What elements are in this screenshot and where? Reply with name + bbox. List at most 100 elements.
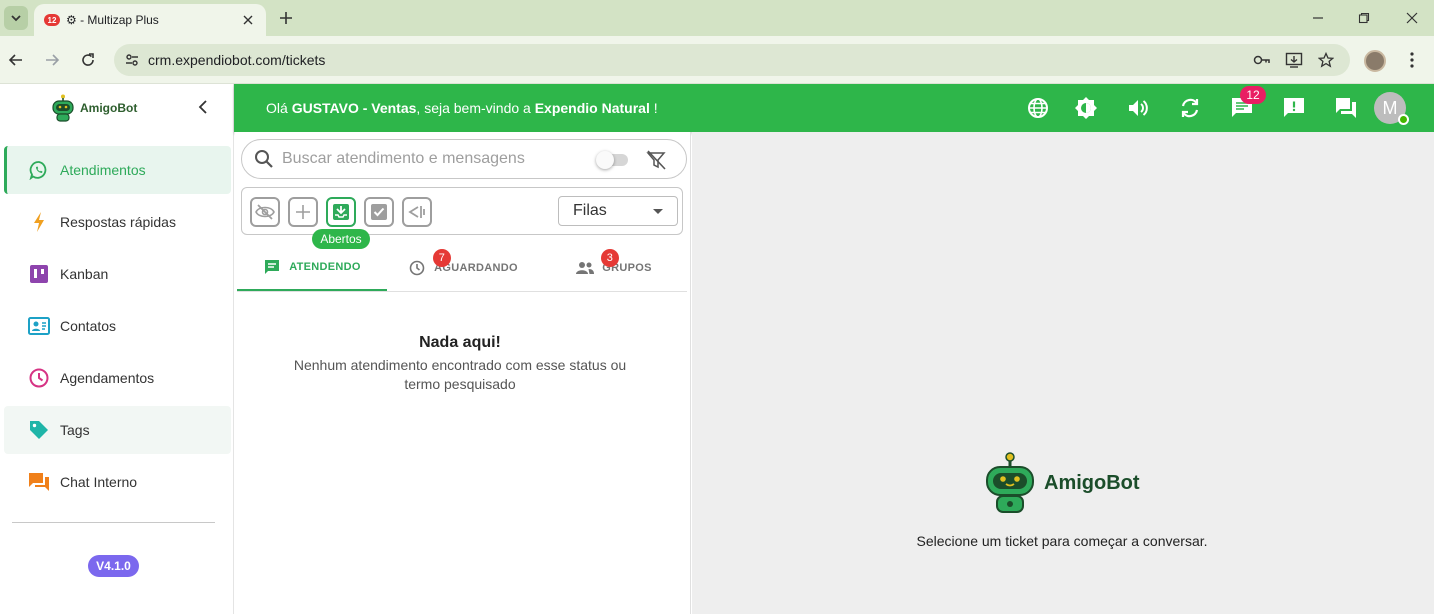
minimize-icon — [1313, 17, 1323, 19]
clock-icon — [28, 367, 50, 389]
greeting-mid: , seja bem-vindo a — [416, 100, 535, 116]
sidebar-item-label: Atendimentos — [60, 162, 146, 178]
tab-aguardando[interactable]: AGUARDANDO 7 — [388, 244, 538, 291]
internal-chat-button[interactable] — [1334, 96, 1358, 120]
browser-tabstrip: 12 ⚙ - Multizap Plus — [0, 0, 1434, 36]
chat-logo: AmigoBot — [984, 452, 1140, 514]
checkbox-icon — [371, 204, 387, 220]
select-ticket-message: Selecione um ticket para começar a conve… — [916, 533, 1208, 549]
empty-state-subtitle: Nenhum atendimento encontrado com esse s… — [293, 357, 627, 392]
arrow-right-icon — [46, 54, 60, 66]
collapse-sidebar-button[interactable] — [194, 98, 212, 116]
sidebar-item-label: Kanban — [60, 266, 109, 282]
ticket-status-tabs: ATENDENDO AGUARDANDO 7 GRUPOS 3 — [237, 244, 687, 292]
clear-filter-button[interactable] — [646, 150, 666, 170]
address-bar[interactable]: crm.expendiobot.com/tickets — [114, 44, 1350, 76]
profile-avatar[interactable] — [1364, 50, 1386, 72]
message-icon — [263, 258, 281, 276]
restore-button[interactable] — [1352, 6, 1376, 30]
new-tab-button[interactable] — [276, 8, 296, 28]
greeting-prefix: Olá — [266, 100, 292, 116]
search-icon — [255, 150, 273, 168]
search-messages-toggle[interactable] — [596, 151, 628, 169]
tag-icon — [28, 419, 50, 441]
greeting-suffix: ! — [649, 100, 658, 116]
caret-down-icon — [653, 208, 663, 214]
sidebar-item-tags[interactable]: Tags — [4, 406, 231, 454]
browser-toolbar: crm.expendiobot.com/tickets — [0, 36, 1434, 84]
tab-favicon: 12 — [44, 14, 60, 26]
sidebar-item-label: Contatos — [60, 318, 117, 334]
group-icon — [576, 259, 595, 277]
sidebar-item-chat-interno[interactable]: Chat Interno — [4, 458, 231, 506]
open-tickets-tooltip: Abertos — [312, 229, 370, 249]
queue-select[interactable]: Filas — [558, 196, 678, 226]
sound-button[interactable] — [1126, 96, 1150, 120]
chevron-down-icon — [11, 15, 21, 22]
tab-label: ATENDENDO — [289, 260, 361, 273]
site-settings-icon[interactable] — [124, 52, 140, 68]
tab-close-icon[interactable] — [240, 12, 256, 28]
brightness-icon — [1075, 97, 1097, 119]
sidebar-item-agendamentos[interactable]: Agendamentos — [4, 354, 231, 402]
eye-off-icon — [255, 204, 275, 220]
tab-search-button[interactable] — [4, 6, 28, 30]
key-icon[interactable] — [1252, 50, 1272, 70]
empty-state-title: Nada aqui! — [419, 334, 501, 351]
language-button[interactable] — [1026, 96, 1050, 120]
arrow-left-icon — [8, 54, 22, 66]
reload-icon — [82, 53, 94, 66]
browser-tab[interactable]: 12 ⚙ - Multizap Plus — [34, 4, 266, 36]
ticket-list-panel: Abertos Filas ATENDENDO AGUARDANDO 7 — [235, 132, 691, 614]
chat-logo-text: AmigoBot — [1044, 471, 1140, 494]
forum-icon — [28, 471, 50, 493]
open-tickets-button[interactable] — [326, 197, 356, 227]
tab-grupos[interactable]: GRUPOS 3 — [539, 244, 689, 291]
back-button[interactable] — [4, 48, 28, 72]
chat-placeholder-area: AmigoBot Selecione um ticket para começa… — [692, 132, 1434, 614]
theme-toggle-button[interactable] — [1074, 96, 1098, 120]
version-badge: V4.1.0 — [88, 555, 139, 577]
kebab-menu-icon — [1410, 52, 1414, 68]
sidebar-logo: AmigoBot — [50, 94, 137, 122]
kanban-icon — [28, 263, 50, 285]
close-icon — [1406, 12, 1418, 24]
tab-atendendo[interactable]: ATENDENDO — [237, 244, 387, 291]
contacts-icon — [28, 315, 50, 337]
sidebar-item-kanban[interactable]: Kanban — [4, 250, 231, 298]
bookmark-star-icon[interactable] — [1316, 50, 1336, 70]
alerts-button[interactable] — [1282, 96, 1306, 120]
broadcast-button[interactable] — [402, 197, 432, 227]
tab-title: ⚙ - Multizap Plus — [66, 13, 159, 27]
reload-button[interactable] — [76, 48, 100, 72]
greeting-user: GUSTAVO - Ventas — [291, 100, 417, 116]
sidebar-item-contatos[interactable]: Contatos — [4, 302, 231, 350]
online-status-dot — [1398, 114, 1409, 125]
sidebar-item-atendimentos[interactable]: Atendimentos — [4, 146, 231, 194]
close-window-button[interactable] — [1400, 6, 1424, 30]
search-input[interactable] — [282, 150, 582, 168]
sidebar-item-label: Chat Interno — [60, 474, 138, 490]
forward-button[interactable] — [40, 48, 64, 72]
grupos-count-badge: 3 — [601, 249, 619, 267]
sidebar-item-respostas-rapidas[interactable]: Respostas rápidas — [4, 198, 231, 246]
whatsapp-icon — [28, 159, 50, 181]
plus-icon — [296, 205, 310, 219]
sidebar: AmigoBot Atendimentos Respostas rápidas … — [0, 84, 234, 614]
hide-tickets-button[interactable] — [250, 197, 280, 227]
closed-tickets-button[interactable] — [364, 197, 394, 227]
globe-icon — [1028, 98, 1048, 118]
sidebar-item-label: Tags — [60, 422, 90, 438]
minimize-button[interactable] — [1306, 6, 1330, 30]
sidebar-divider — [12, 522, 215, 523]
robot-logo-icon — [52, 94, 74, 122]
plus-icon — [280, 12, 292, 24]
browser-menu-button[interactable] — [1402, 48, 1422, 72]
new-ticket-button[interactable] — [288, 197, 318, 227]
robot-logo-icon — [986, 452, 1034, 513]
forum-icon — [1336, 98, 1356, 118]
sync-icon — [1181, 98, 1199, 118]
install-app-icon[interactable] — [1284, 50, 1304, 70]
restore-icon — [1358, 12, 1370, 24]
refresh-button[interactable] — [1178, 96, 1202, 120]
